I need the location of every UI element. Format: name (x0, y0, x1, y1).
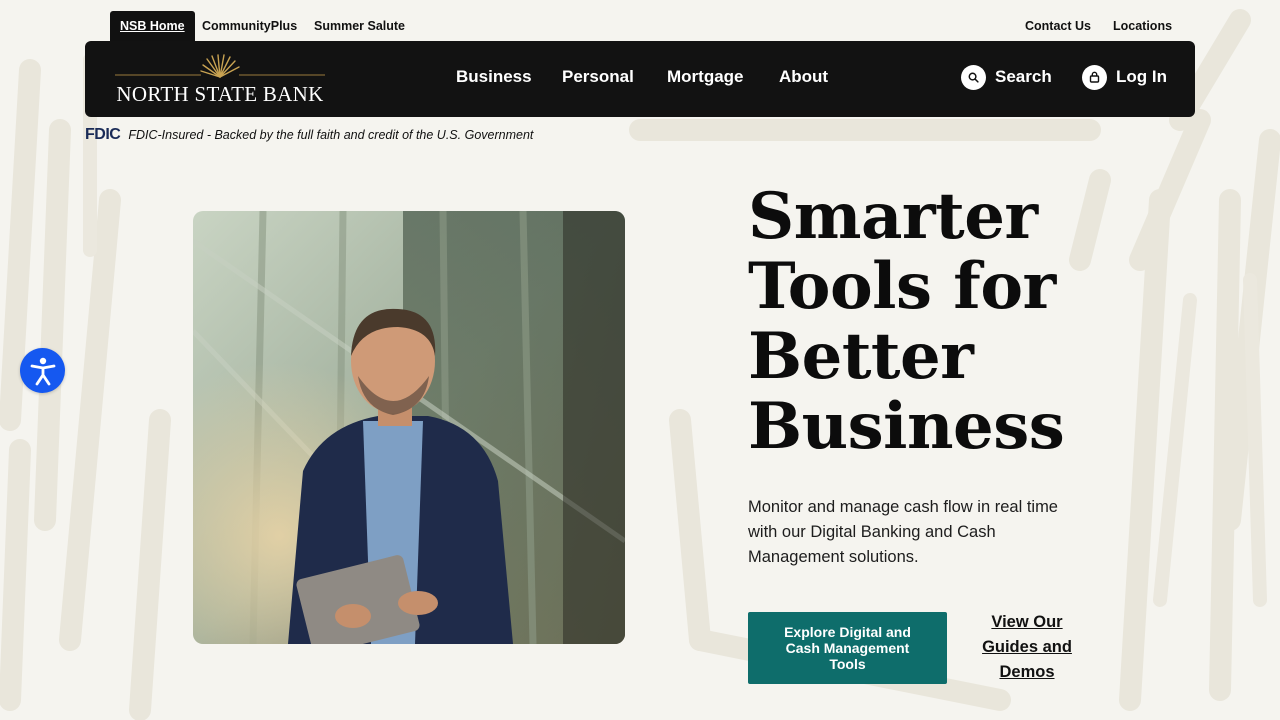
util-tab-communityplus[interactable]: CommunityPlus (202, 11, 297, 41)
search-button[interactable]: Search (961, 64, 1052, 90)
search-label: Search (995, 67, 1052, 86)
contact-us-link[interactable]: Contact Us (1025, 11, 1091, 41)
login-button[interactable]: Log In (1082, 64, 1167, 90)
fdic-logo: FDIC (85, 126, 121, 143)
login-label: Log In (1116, 67, 1167, 86)
hero-title: Smarter Tools for Better Business (748, 179, 1065, 464)
lock-icon (1082, 64, 1107, 90)
locations-link[interactable]: Locations (1113, 11, 1172, 41)
accessibility-button[interactable] (20, 348, 65, 393)
nav-business[interactable]: Business (456, 67, 532, 87)
wheat-sheaf-icon (115, 54, 325, 78)
nav-about[interactable]: About (779, 67, 828, 87)
hero-image (193, 211, 625, 644)
bank-logo[interactable]: NORTH STATE BANK (115, 53, 325, 107)
logo-text: NORTH STATE BANK (116, 82, 324, 106)
hero-photo-illustration (193, 211, 625, 644)
util-tab-summer-salute[interactable]: Summer Salute (314, 11, 405, 41)
search-icon (961, 64, 986, 90)
nav-mortgage[interactable]: Mortgage (667, 67, 744, 87)
nav-personal[interactable]: Personal (562, 67, 634, 87)
view-guides-link[interactable]: View Our Guides and Demos (972, 610, 1082, 685)
hero-subtitle: Monitor and manage cash flow in real tim… (748, 498, 1058, 566)
utility-bar: NSB Home CommunityPlus Summer Salute Con… (0, 11, 1280, 41)
util-tab-nsb-home[interactable]: NSB Home (110, 11, 195, 41)
explore-tools-button[interactable]: Explore Digital and Cash Management Tool… (748, 612, 947, 684)
fdic-notice: FDIC FDIC-Insured - Backed by the full f… (85, 126, 533, 144)
main-header: NORTH STATE BANK Business Personal Mortg… (85, 41, 1195, 117)
fdic-text: FDIC-Insured - Backed by the full faith … (128, 128, 534, 142)
accessibility-icon (30, 357, 55, 385)
